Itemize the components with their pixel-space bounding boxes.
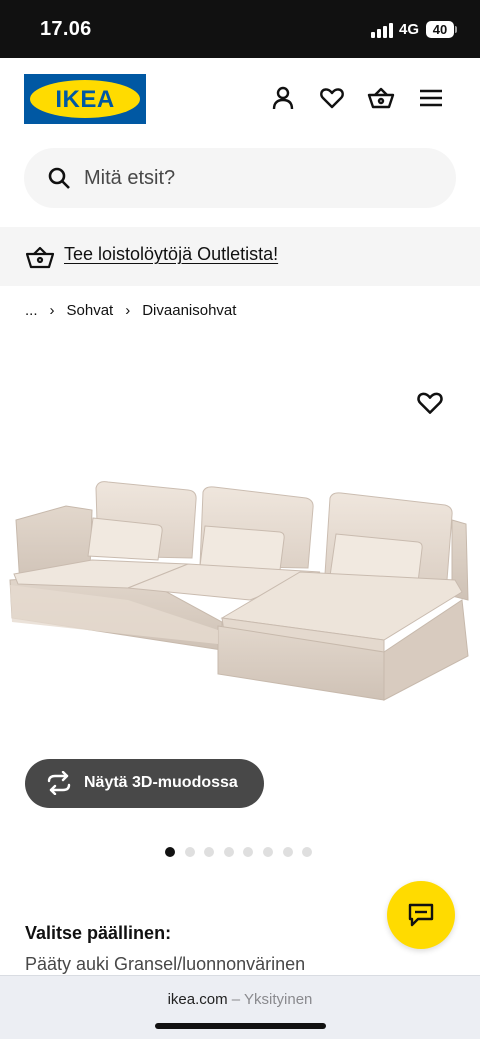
gallery-dot[interactable] [165, 847, 175, 857]
ikea-logo[interactable]: IKEA [24, 74, 146, 124]
gallery-dot[interactable] [302, 847, 313, 857]
network-type: 4G [399, 21, 420, 38]
outlet-link[interactable]: Tee loistolöytöjä Outletista! [64, 244, 278, 265]
chevron-right-icon: › [49, 302, 55, 319]
url-domain: ikea.com [167, 991, 228, 1008]
gallery-dot[interactable] [204, 847, 215, 857]
signal-icon [371, 22, 393, 38]
outlet-bag-icon [25, 244, 55, 270]
battery-icon: 40 [426, 21, 454, 38]
battery-tip [455, 26, 457, 33]
gallery-dot[interactable] [223, 847, 234, 857]
breadcrumb-item-ellipsis[interactable]: ... [25, 302, 38, 319]
url-display[interactable]: ikea.com – Yksityinen [0, 991, 480, 1008]
breadcrumb: ... › Sohvat › Divaanisohvat [25, 302, 236, 319]
breadcrumb-item-chaise-sofas[interactable]: Divaanisohvat [142, 302, 236, 319]
chat-button[interactable] [387, 881, 455, 949]
cover-selection-title: Valitse päällinen: [25, 923, 172, 943]
gallery-dot[interactable] [184, 847, 195, 857]
search-input[interactable] [84, 162, 434, 194]
browser-url-bar[interactable]: ikea.com – Yksityinen [0, 975, 480, 1039]
chat-icon [408, 903, 434, 927]
favourites-icon[interactable] [318, 84, 346, 112]
search-bar[interactable] [24, 148, 456, 208]
status-bar: 17.06 4G 40 [0, 0, 480, 58]
cover-selection-value[interactable]: Pääty auki Gransel/luonnonvärinen [25, 954, 305, 975]
breadcrumb-item-sofas[interactable]: Sohvat [67, 302, 114, 319]
menu-icon[interactable] [417, 84, 445, 112]
gallery-dot[interactable] [262, 847, 273, 857]
home-indicator[interactable] [155, 1023, 326, 1029]
gallery-dot[interactable] [243, 847, 254, 857]
rotate-icon [45, 770, 73, 796]
add-to-favourites-icon[interactable] [414, 388, 446, 418]
view-3d-button[interactable]: Näytä 3D-muodossa [25, 759, 264, 808]
chevron-right-icon: › [125, 302, 131, 319]
logo-text: IKEA [55, 86, 115, 113]
view-3d-label: Näytä 3D-muodossa [84, 774, 238, 791]
account-icon[interactable] [269, 84, 297, 112]
product-image[interactable] [0, 360, 480, 750]
shopping-bag-icon[interactable] [367, 84, 395, 112]
search-icon [47, 166, 71, 190]
status-time: 17.06 [40, 18, 92, 40]
gallery-dot[interactable] [282, 847, 293, 857]
gallery-pagination [165, 847, 313, 857]
private-mode-label: – Yksityinen [231, 991, 313, 1008]
outlet-banner: Tee loistolöytöjä Outletista! [0, 227, 480, 286]
